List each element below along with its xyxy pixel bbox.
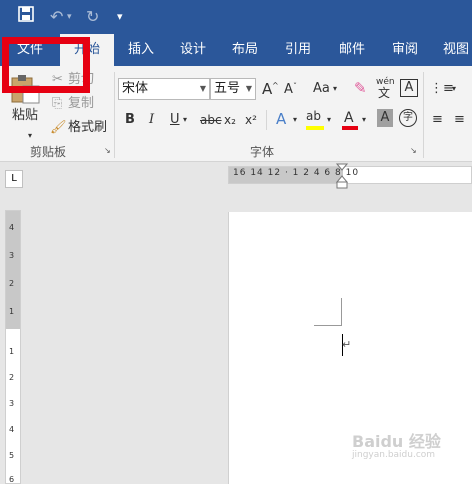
font-name-value: 宋体: [122, 81, 149, 96]
chevron-down-icon: ▼: [199, 84, 206, 93]
v-tick: 1: [9, 347, 15, 356]
v-tick: 3: [9, 251, 15, 260]
clipboard-launcher-icon[interactable]: ↘: [104, 146, 111, 155]
bold-button[interactable]: B: [125, 110, 135, 130]
shrink-font-arrow-icon: ˇ: [293, 82, 297, 91]
font-separator: [266, 110, 267, 130]
group-separator: [114, 72, 115, 158]
font-launcher-icon[interactable]: ↘: [410, 146, 417, 155]
highlight-button[interactable]: ab: [306, 106, 321, 126]
baidu-watermark: Baidu 经验: [352, 432, 441, 451]
paste-button[interactable]: 粘贴: [12, 106, 38, 126]
tab-review[interactable]: 审阅: [380, 34, 430, 66]
font-size-value: 五号: [214, 81, 241, 96]
italic-button[interactable]: I: [149, 110, 154, 130]
text-effects-dropdown-icon[interactable]: ▾: [293, 110, 297, 130]
tab-view[interactable]: 视图: [432, 34, 472, 66]
grow-font-arrow-icon: ^: [272, 81, 279, 90]
customize-qat-icon[interactable]: ▾: [117, 0, 123, 34]
copy-icon[interactable]: ⎘: [52, 94, 62, 114]
superscript-button[interactable]: x²: [245, 110, 257, 130]
shrink-font-button[interactable]: A: [284, 80, 293, 100]
margin-corner-mark: [314, 298, 342, 326]
undo-icon[interactable]: ↶: [50, 0, 63, 34]
tab-insert[interactable]: 插入: [116, 34, 166, 66]
tab-layout[interactable]: 布局: [220, 34, 270, 66]
font-name-combo[interactable]: 宋体 ▼: [118, 78, 210, 100]
save-icon[interactable]: [18, 0, 34, 34]
tab-selector-icon[interactable]: L: [5, 170, 23, 188]
font-size-combo[interactable]: 五号 ▼: [210, 78, 256, 100]
chevron-down-icon: ▼: [245, 84, 252, 93]
tab-design[interactable]: 设计: [168, 34, 218, 66]
undo-dropdown-icon[interactable]: ▾: [67, 0, 72, 34]
horizontal-ruler[interactable]: 16 14 12 · 1 2 4 6 8 10: [228, 166, 472, 184]
copy-button[interactable]: 复制: [68, 94, 94, 114]
align-center-icon[interactable]: ≡: [454, 110, 465, 130]
format-painter-icon[interactable]: 🖌: [50, 118, 67, 138]
v-tick: 4: [9, 223, 15, 232]
underline-dropdown-icon[interactable]: ▾: [183, 110, 187, 130]
highlight-color-swatch: [306, 126, 324, 130]
redo-icon[interactable]: ↻: [86, 0, 99, 34]
v-tick: 2: [9, 279, 15, 288]
character-shading-button[interactable]: A: [377, 109, 393, 127]
v-tick: 3: [9, 399, 15, 408]
highlight-dropdown-icon[interactable]: ▾: [327, 110, 331, 130]
bullets-icon[interactable]: ⋮≡: [430, 79, 454, 99]
v-tick: 6: [9, 475, 15, 484]
text-effects-button[interactable]: A: [276, 109, 286, 129]
subscript-button[interactable]: x₂: [224, 110, 236, 130]
file-tab-highlight-box: [2, 37, 90, 93]
v-tick: 2: [9, 373, 15, 382]
change-case-button[interactable]: Aa: [313, 79, 330, 99]
character-border-button[interactable]: A: [400, 79, 418, 97]
bullets-dropdown-icon[interactable]: ▾: [452, 79, 456, 99]
align-left-icon[interactable]: ≡: [432, 110, 443, 130]
baidu-watermark-url: jingyan.baidu.com: [352, 450, 436, 460]
tab-references[interactable]: 引用: [272, 34, 324, 66]
v-tick: 4: [9, 425, 15, 434]
indent-marker-icon[interactable]: [335, 163, 349, 189]
quick-access-toolbar: ↶ ▾ ↻ ▾: [0, 0, 472, 34]
clipboard-group-label: 剪贴板: [30, 145, 67, 159]
v-tick: 1: [9, 307, 15, 316]
font-color-button[interactable]: A: [344, 108, 354, 128]
v-tick: 5: [9, 451, 15, 460]
font-color-swatch: [342, 126, 358, 130]
grow-font-button[interactable]: A: [262, 79, 272, 99]
format-painter-button[interactable]: 格式刷: [68, 118, 107, 138]
change-case-dropdown-icon[interactable]: ▾: [333, 79, 337, 99]
font-group-label: 字体: [250, 145, 275, 159]
font-color-dropdown-icon[interactable]: ▾: [362, 110, 366, 130]
group-separator: [423, 72, 424, 158]
vertical-ruler[interactable]: 4 3 2 1 1 2 3 4 5 6: [5, 210, 21, 484]
strikethrough-button[interactable]: abc: [200, 110, 222, 130]
tab-mailings[interactable]: 邮件: [326, 34, 378, 66]
clear-formatting-icon[interactable]: ✎: [354, 78, 367, 98]
phonetic-char-icon: 文: [378, 86, 391, 100]
underline-button[interactable]: U: [170, 110, 180, 130]
paragraph-mark-icon: ↵: [342, 338, 352, 351]
enclose-characters-button[interactable]: 字: [399, 109, 417, 127]
